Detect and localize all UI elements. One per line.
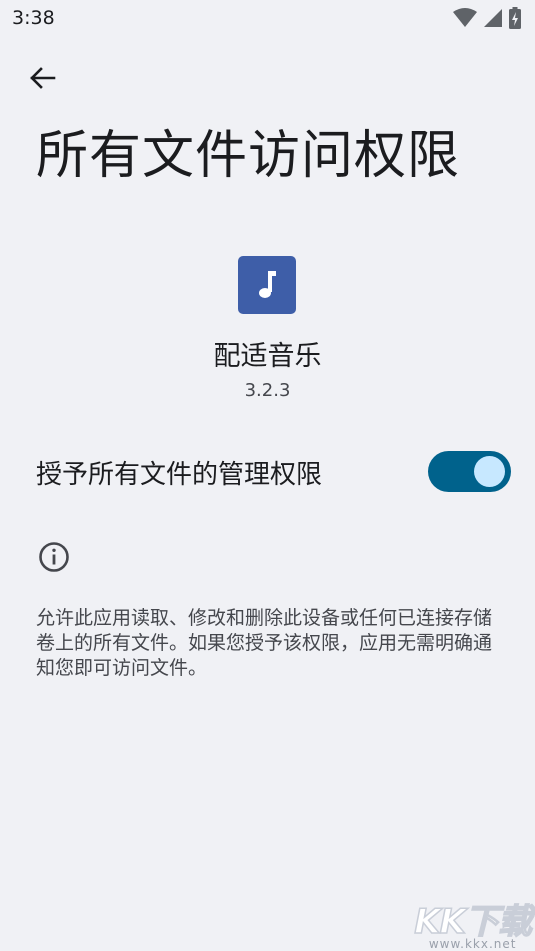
app-version: 3.2.3: [244, 380, 291, 401]
battery-icon: [509, 7, 521, 29]
watermark-url: www.kkx.net: [428, 937, 517, 951]
status-time: 3:38: [12, 7, 55, 29]
arrow-back-icon: [30, 67, 56, 89]
permission-label: 授予所有文件的管理权限: [36, 460, 323, 490]
music-note-icon: [259, 271, 276, 298]
screen: 3:38 所有文件访问权限 配适音乐 3.2.3 授予所有文件的管理权限 允许此…: [0, 0, 535, 951]
watermark: KK下载 www.kkx.net: [414, 902, 533, 951]
app-icon: [238, 256, 296, 314]
back-button[interactable]: [22, 60, 62, 96]
permission-description: 允许此应用读取、修改和删除此设备或任何已连接存储卷上的所有文件。如果您授予该权限…: [36, 607, 493, 679]
info-icon: [39, 542, 69, 572]
status-icons: [453, 7, 521, 29]
app-name: 配适音乐: [213, 341, 322, 372]
watermark-logo: KK下载: [414, 902, 533, 942]
wifi-icon: [453, 8, 477, 27]
status-bar: 3:38: [0, 0, 535, 36]
switch-thumb: [474, 456, 505, 487]
permission-switch[interactable]: [428, 451, 511, 492]
signal-icon: [484, 9, 502, 27]
page-title: 所有文件访问权限: [36, 126, 461, 186]
